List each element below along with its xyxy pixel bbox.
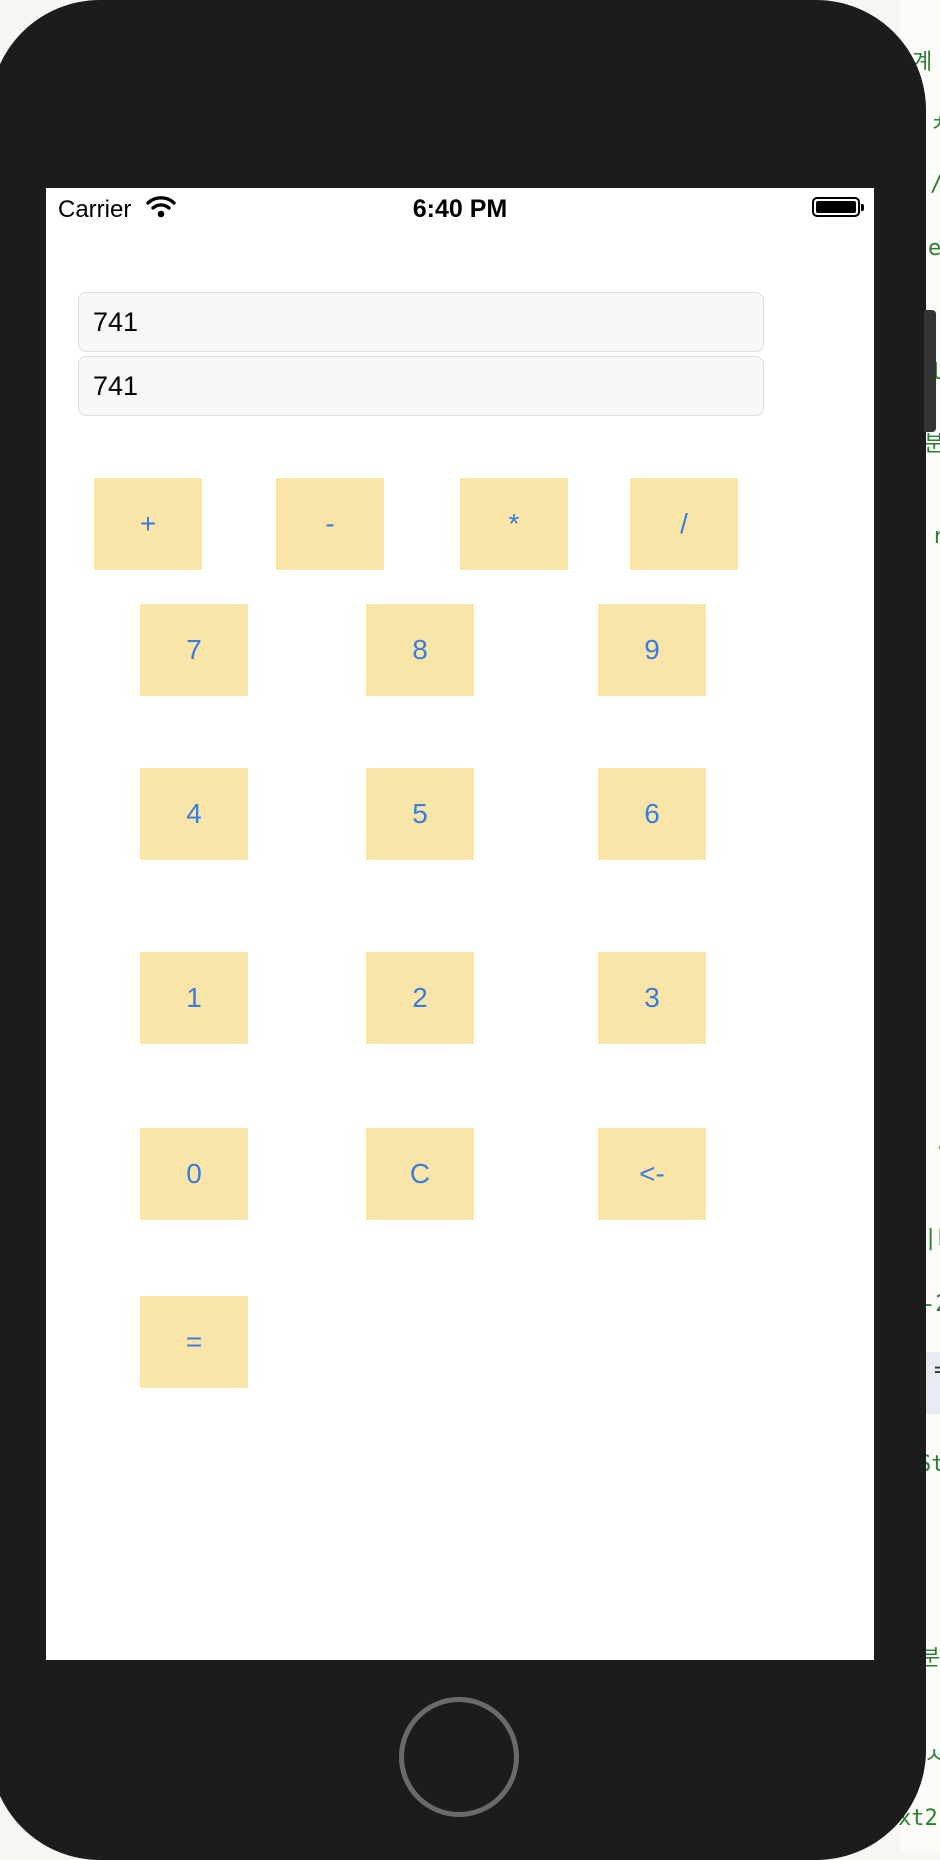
- code-fragment: e: [928, 236, 940, 261]
- digit-8-button[interactable]: 8: [366, 604, 474, 696]
- code-fragment: =: [934, 1358, 940, 1383]
- multiply-button[interactable]: *: [460, 478, 568, 570]
- equals-button[interactable]: =: [140, 1296, 248, 1388]
- add-button[interactable]: +: [94, 478, 202, 570]
- battery-icon: [812, 197, 864, 217]
- code-fragment: |L: [924, 1226, 940, 1251]
- subtract-button[interactable]: -: [276, 478, 384, 570]
- digit-6-button[interactable]: 6: [598, 768, 706, 860]
- status-bar: Carrier 6:40 PM: [46, 188, 874, 228]
- digit-4-button[interactable]: 4: [140, 768, 248, 860]
- second-number-field[interactable]: [78, 356, 764, 416]
- code-fragment: /: [930, 172, 940, 197]
- side-button: [924, 310, 936, 432]
- app-screen: Carrier 6:40 PM + - * / 7 8 9 4 5 6 1 2 …: [46, 188, 874, 1660]
- digit-7-button[interactable]: 7: [140, 604, 248, 696]
- backspace-button[interactable]: <-: [598, 1128, 706, 1220]
- digit-0-button[interactable]: 0: [140, 1128, 248, 1220]
- status-time: 6:40 PM: [412, 195, 508, 223]
- digit-5-button[interactable]: 5: [366, 768, 474, 860]
- first-number-field[interactable]: [78, 292, 764, 352]
- digit-9-button[interactable]: 9: [598, 604, 706, 696]
- code-fragment: r: [932, 524, 940, 549]
- clear-button[interactable]: C: [366, 1128, 474, 1220]
- code-fragment: ㅅ: [924, 1744, 940, 1769]
- code-fragment: ·: [934, 1136, 940, 1161]
- digit-1-button[interactable]: 1: [140, 952, 248, 1044]
- digit-2-button[interactable]: 2: [366, 952, 474, 1044]
- home-button-icon[interactable]: [399, 1697, 519, 1817]
- divide-button[interactable]: /: [630, 478, 738, 570]
- digit-3-button[interactable]: 3: [598, 952, 706, 1044]
- code-fragment: ㅊ: [930, 106, 940, 138]
